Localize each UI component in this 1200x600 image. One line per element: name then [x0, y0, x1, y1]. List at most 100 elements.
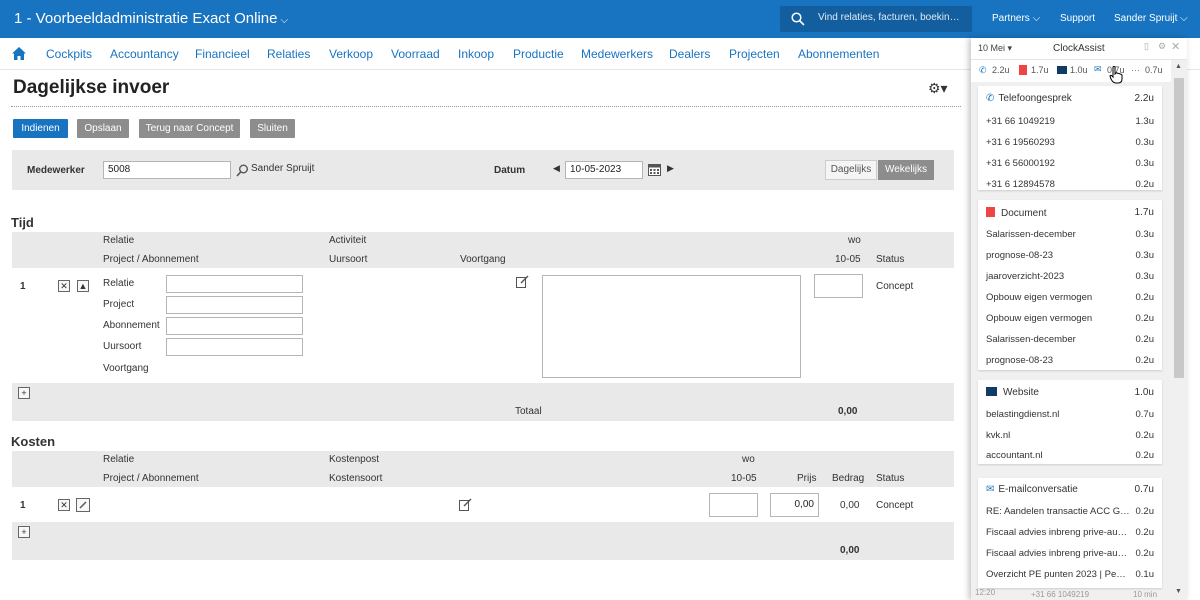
list-item[interactable]: prognose-08-23 0.2u [986, 355, 1154, 366]
submit-button[interactable]: Indienen [13, 119, 68, 138]
search-icon[interactable] [236, 164, 249, 177]
list-item[interactable]: +31 66 1049219 1.3u [986, 116, 1154, 127]
card-phone[interactable]: ✆ Telefoongesprek 2.2u +31 66 1049219 1.3u … [978, 86, 1162, 190]
bookmark-icon[interactable]: ▯ [1144, 41, 1149, 52]
nav-inkoop[interactable]: Inkoop [458, 47, 494, 61]
nav-financieel[interactable]: Financieel [195, 47, 250, 61]
gear-icon[interactable]: ⚙ [1158, 41, 1166, 52]
item-duration: 0.2u [1135, 450, 1155, 461]
add-row-icon[interactable]: + [18, 387, 30, 399]
list-item[interactable]: Salarissen-december 0.3u [986, 229, 1154, 240]
next-date-icon[interactable]: ▶ [667, 163, 674, 174]
list-item[interactable]: RE: Aandelen transactie ACC G… 0.2u [986, 506, 1154, 517]
close-button[interactable]: Sluiten [250, 119, 295, 138]
pdf-icon [986, 207, 995, 217]
edit-icon[interactable] [76, 498, 90, 512]
nav-relaties[interactable]: Relaties [267, 47, 310, 61]
card-document[interactable]: Document 1.7u Salarissen-december 0.3u pro… [978, 200, 1162, 370]
card-website[interactable]: Website 1.0u belastingdienst.nl 0.7u kvk.n… [978, 380, 1162, 464]
list-item[interactable]: belastingdienst.nl 0.7u [986, 409, 1154, 420]
field-label-project: Project [103, 299, 135, 310]
nav-cockpits[interactable]: Cockpits [46, 47, 92, 61]
delete-row-icon[interactable]: ✕ [58, 499, 70, 511]
price-input[interactable]: 0,00 [770, 493, 819, 517]
nav-productie[interactable]: Productie [513, 47, 564, 61]
timeline-footer: 12:20 +31 66 1049219 10 min [971, 588, 1171, 600]
administration-switcher[interactable]: 1 - Voorbeeldadministratie Exact Online ⌵ [14, 10, 288, 27]
support-link[interactable]: Support [1060, 13, 1095, 24]
item-label: Opbouw eigen vermogen [986, 292, 1093, 303]
nav-projecten[interactable]: Projecten [729, 47, 780, 61]
close-icon[interactable]: ✕ [1171, 40, 1180, 53]
hours-input[interactable] [814, 274, 863, 298]
list-item[interactable]: Salarissen-december 0.2u [986, 334, 1154, 345]
card-title-label: E-mailconversatie [998, 484, 1078, 495]
user-menu[interactable]: Sander Spruijt ⌵ [1114, 13, 1188, 24]
date-selector[interactable]: 10 Mei ▾ [978, 43, 1012, 54]
list-item[interactable]: Opbouw eigen vermogen 0.2u [986, 292, 1154, 303]
list-item[interactable]: +31 6 19560293 0.3u [986, 137, 1154, 148]
prev-date-icon[interactable]: ◀ [553, 163, 560, 174]
nav-voorraad[interactable]: Voorraad [391, 47, 440, 61]
abonnement-input[interactable] [166, 317, 303, 335]
scroll-up-icon[interactable]: ▲ [1175, 63, 1182, 70]
list-item[interactable]: Opbouw eigen vermogen 0.2u [986, 313, 1154, 324]
nav-abonnementen[interactable]: Abonnementen [798, 47, 879, 61]
weekly-toggle[interactable]: Wekelijks [878, 160, 934, 180]
add-row-icon[interactable]: + [18, 526, 30, 538]
edit-note-icon[interactable] [459, 498, 472, 511]
nav-medewerkers[interactable]: Medewerkers [581, 47, 653, 61]
title-divider [11, 106, 961, 107]
list-item[interactable]: Fiscaal advies inbreng prive-au… 0.2u [986, 527, 1154, 538]
calendar-icon[interactable] [648, 163, 661, 176]
nav-verkoop[interactable]: Verkoop [329, 47, 373, 61]
panel-date: 10 Mei [978, 43, 1006, 53]
total-costs: 0,00 [840, 545, 860, 556]
scroll-thumb[interactable] [1174, 78, 1184, 378]
item-label: RE: Aandelen transactie ACC G… [986, 506, 1130, 517]
card-title: ✆ Telefoongesprek 2.2u [986, 93, 1154, 104]
search-input[interactable]: Vind relaties, facturen, boekin… [780, 6, 972, 32]
relatie-input[interactable] [166, 275, 303, 293]
card-email[interactable]: ✉ E-mailconversatie 0.7u RE: Aandelen tran… [978, 478, 1162, 588]
item-duration: 1.3u [1135, 116, 1155, 127]
col-kostensoort: Kostensoort [329, 473, 383, 484]
panel-scrollbar[interactable]: ▲ ▼ [1171, 60, 1187, 600]
uursoort-input[interactable] [166, 338, 303, 356]
list-item[interactable]: jaaroverzicht-2023 0.3u [986, 271, 1154, 282]
daily-toggle[interactable]: Dagelijks [825, 160, 877, 180]
edit-note-icon[interactable] [516, 275, 529, 288]
back-to-concept-button[interactable]: Terug naar Concept [139, 119, 240, 138]
list-item[interactable]: +31 6 12894578 0.2u [986, 179, 1154, 190]
list-item[interactable]: prognose-08-23 0.3u [986, 250, 1154, 261]
item-label: kvk.nl [986, 430, 1011, 441]
save-button[interactable]: Opslaan [77, 119, 129, 138]
nav-accountancy[interactable]: Accountancy [110, 47, 179, 61]
scroll-down-icon[interactable]: ▼ [1175, 588, 1182, 595]
card-total: 1.7u [1134, 207, 1154, 218]
employee-input[interactable]: 5008 [103, 161, 231, 179]
field-label-relatie: Relatie [103, 278, 135, 289]
description-textarea[interactable] [542, 275, 801, 378]
list-item[interactable]: kvk.nl 0.2u [986, 430, 1154, 441]
settings-tools-icon[interactable]: ⚙▾ [928, 80, 948, 97]
phone-icon: ✆ [979, 65, 987, 75]
app-title: 1 - Voorbeeldadministratie Exact Online [14, 10, 278, 27]
quantity-input[interactable] [709, 493, 758, 517]
list-item[interactable]: Overzicht PE punten 2023 | Pe… 0.1u [986, 569, 1154, 580]
item-duration: 0.7u [1135, 409, 1155, 420]
date-input[interactable]: 10-05-2023 [565, 161, 643, 179]
page-title: Dagelijkse invoer [13, 77, 170, 98]
list-item[interactable]: +31 6 56000192 0.3u [986, 158, 1154, 169]
project-input[interactable] [166, 296, 303, 314]
list-item[interactable]: accountant.nl 0.2u [986, 450, 1154, 461]
card-total: 2.2u [1134, 93, 1154, 104]
partners-menu[interactable]: Partners ⌵ [992, 13, 1040, 24]
delete-row-icon[interactable]: ✕ [58, 280, 70, 292]
item-duration: 0.2u [1135, 313, 1155, 324]
list-item[interactable]: Fiscaal advies inbreng prive-au… 0.2u [986, 548, 1154, 559]
card-title-label: Document [1001, 208, 1047, 219]
collapse-row-icon[interactable]: ▲ [77, 280, 89, 292]
home-icon[interactable] [12, 47, 26, 60]
nav-dealers[interactable]: Dealers [669, 47, 710, 61]
